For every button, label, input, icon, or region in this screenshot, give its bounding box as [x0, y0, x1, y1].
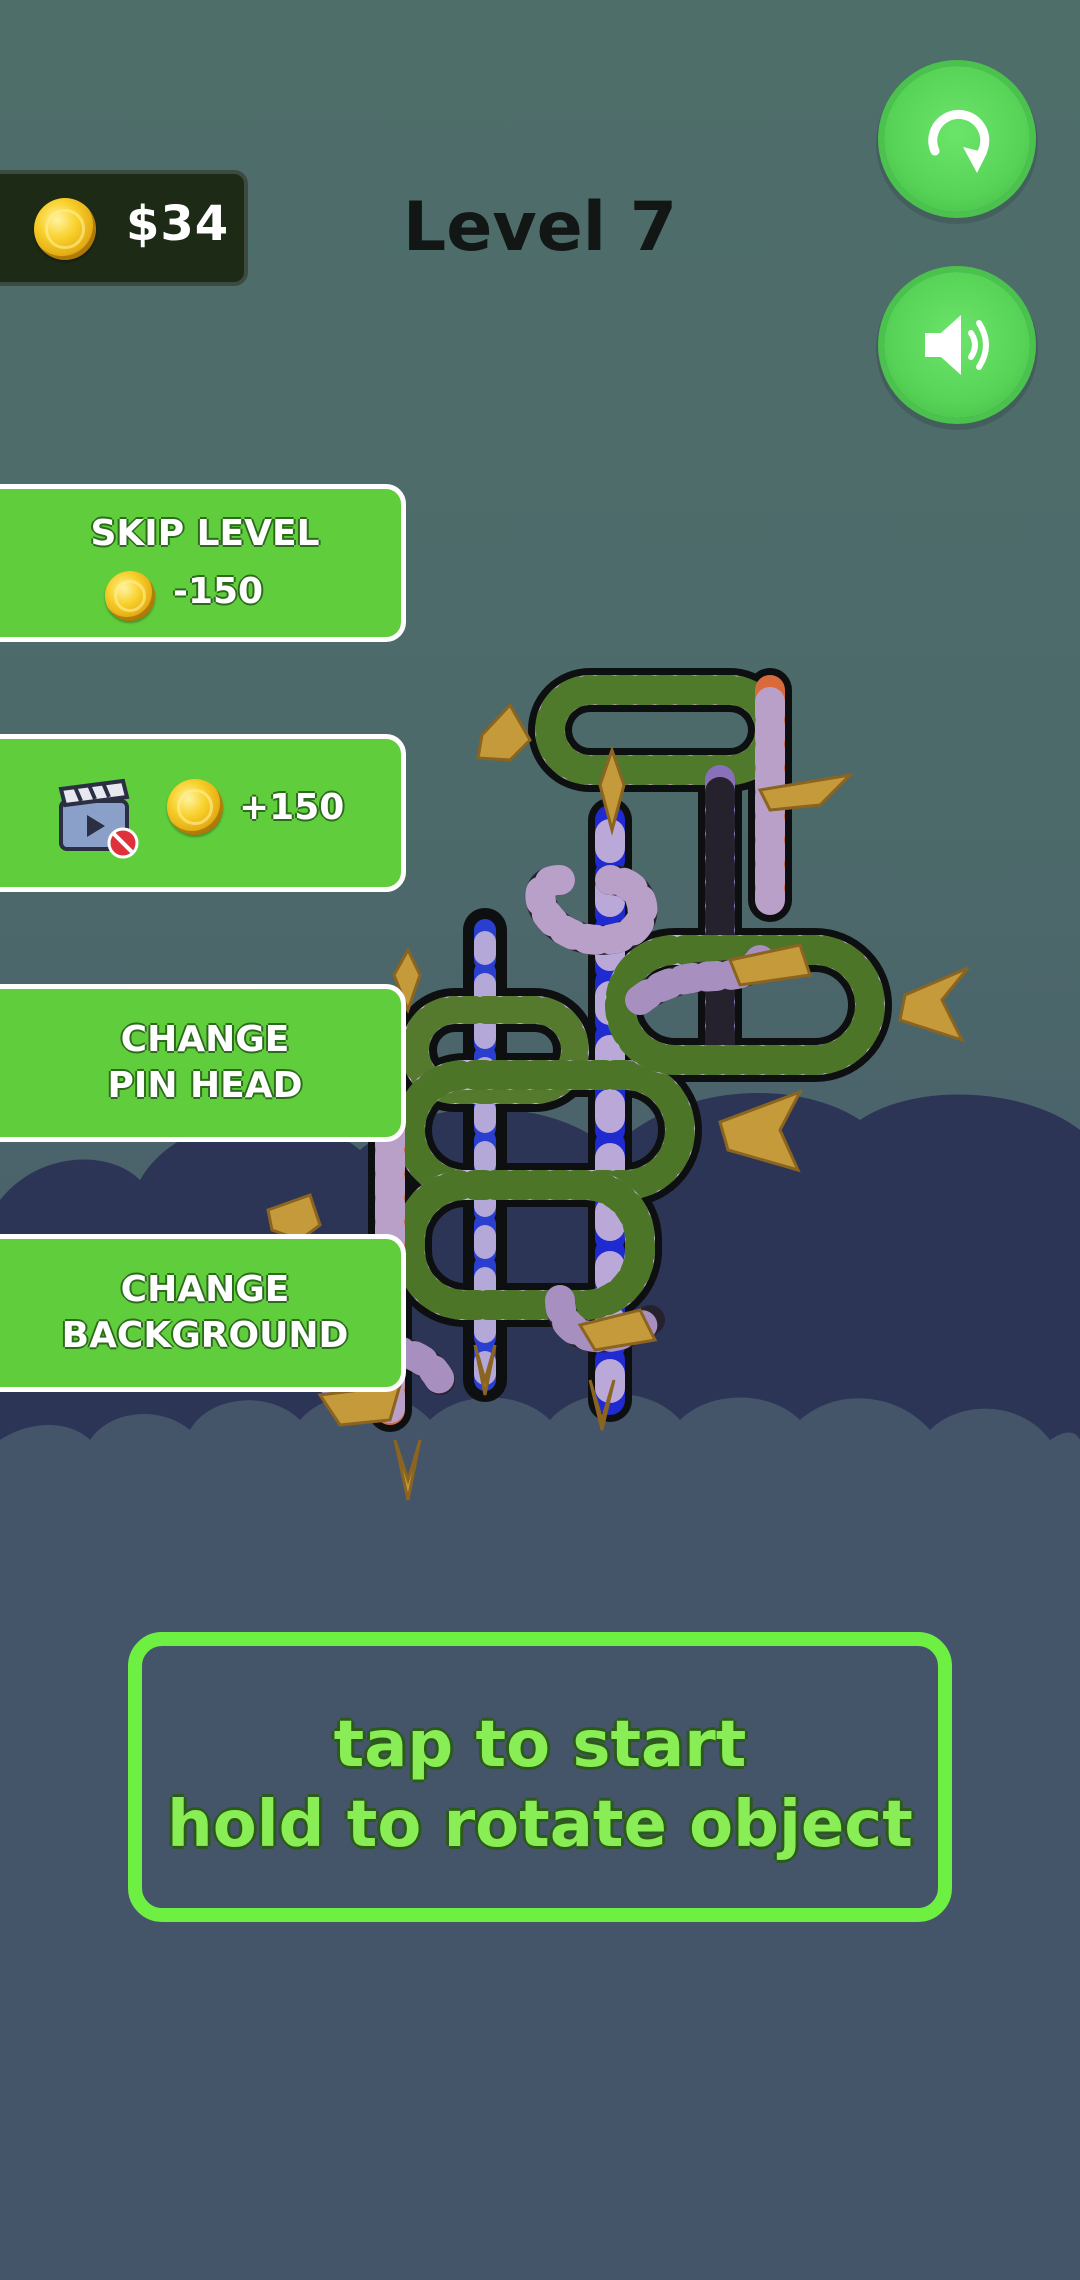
change-background-button[interactable]: CHANGE BACKGROUND — [0, 1234, 406, 1392]
hint-line-tap: tap to start — [333, 1708, 747, 1782]
coin-icon — [167, 779, 223, 835]
restart-button[interactable] — [884, 66, 1030, 212]
sound-button[interactable] — [884, 272, 1030, 418]
change-background-line1: CHANGE — [120, 1269, 290, 1310]
hint-line-hold: hold to rotate object — [167, 1788, 913, 1862]
skip-level-button[interactable]: SKIP LEVEL -150 — [0, 484, 406, 642]
restart-icon — [928, 110, 990, 173]
skip-level-label: SKIP LEVEL — [90, 513, 320, 554]
watch-ad-button[interactable]: +150 — [0, 734, 406, 892]
skip-level-cost: -150 — [173, 571, 264, 612]
speaker-icon — [925, 315, 989, 375]
watch-ad-reward: +150 — [239, 787, 345, 828]
coin-icon — [105, 571, 155, 621]
coin-amount: $34 — [126, 196, 230, 252]
coin-icon — [34, 198, 96, 260]
video-ad-icon — [58, 778, 139, 859]
change-background-line2: BACKGROUND — [61, 1315, 349, 1356]
change-pin-head-line1: CHANGE — [120, 1019, 290, 1060]
start-hint-box[interactable]: tap to start hold to rotate object — [128, 1632, 952, 1922]
change-pin-head-button[interactable]: CHANGE PIN HEAD — [0, 984, 406, 1142]
change-pin-head-line2: PIN HEAD — [107, 1065, 303, 1106]
level-title: Level 7 — [402, 188, 678, 267]
